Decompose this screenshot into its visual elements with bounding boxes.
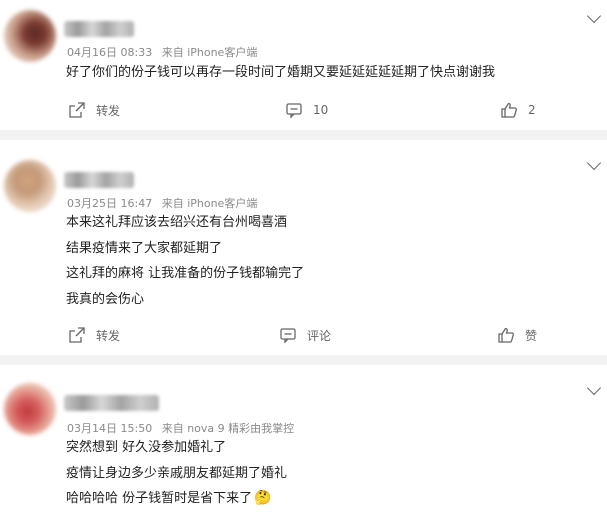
- comment-count: 10: [313, 103, 329, 117]
- post-text: 本来这礼拜应该去绍兴还有台州喝喜酒 结果疫情来了大家都延期了 这礼拜的麻将 让我…: [66, 210, 304, 312]
- post-meta: 04月16日 08:33 来自 iPhone客户端: [67, 44, 257, 60]
- username-blurred[interactable]: [64, 21, 134, 37]
- like-button[interactable]: 赞: [497, 326, 537, 344]
- post-date[interactable]: 03月14日 15:50: [67, 422, 152, 435]
- like-label: 赞: [525, 328, 538, 343]
- username-blurred[interactable]: [64, 172, 134, 188]
- chevron-down-icon[interactable]: [586, 8, 602, 24]
- post-line: 疫情让身边多少亲戚朋友都延期了婚礼: [66, 465, 288, 481]
- post-meta: 03月25日 16:47 来自 iPhone客户端: [67, 195, 257, 211]
- post-text: 好了你们的份子钱可以再存一段时间了婚期又要延延延延延期了快点谢谢我: [66, 60, 495, 86]
- comment-button[interactable]: 评论: [279, 326, 331, 344]
- repost-button[interactable]: 转发: [68, 101, 120, 119]
- post-line: 这礼拜的麻将 让我准备的份子钱都输完了: [66, 266, 305, 281]
- post-source: 来自 nova 9 精彩由我掌控: [161, 422, 295, 435]
- like-icon: [501, 102, 517, 118]
- like-count: 2: [528, 103, 536, 117]
- post-separator: [0, 355, 607, 365]
- post-line: 哈哈哈哈 份子钱暂时是省下来了 🤔: [66, 486, 287, 512]
- post-source: 来自 iPhone客户端: [161, 46, 258, 59]
- post-line-text: 哈哈哈哈 份子钱暂时是省下来了: [66, 491, 253, 506]
- post-line: 本来这礼拜应该去绍兴还有台州喝喜酒: [66, 215, 288, 230]
- comment-icon: [286, 103, 302, 119]
- avatar[interactable]: [4, 10, 56, 62]
- post-line: 突然想到 好久没参加婚礼了: [66, 440, 227, 455]
- avatar[interactable]: [4, 383, 56, 435]
- repost-icon: [69, 102, 85, 118]
- post-separator: [0, 130, 607, 140]
- repost-label: 转发: [96, 328, 121, 343]
- post-line: 我真的会伤心: [66, 291, 145, 307]
- post-source: 来自 iPhone客户端: [161, 197, 258, 210]
- post-line: 结果疫情来了大家都延期了: [66, 240, 223, 256]
- post-3: 03月14日 15:50 来自 nova 9 精彩由我掌控 突然想到 好久没参加…: [0, 365, 607, 510]
- thinking-emoji-icon: 🤔: [254, 490, 272, 506]
- chevron-down-icon[interactable]: [586, 380, 602, 396]
- post-text: 突然想到 好久没参加婚礼了 疫情让身边多少亲戚朋友都延期了婚礼 哈哈哈哈 份子钱…: [66, 435, 287, 512]
- like-icon: [498, 327, 514, 343]
- like-button[interactable]: 2: [500, 101, 536, 119]
- post-date[interactable]: 03月25日 16:47: [67, 197, 152, 210]
- avatar[interactable]: [4, 160, 56, 212]
- post-2: 03月25日 16:47 来自 iPhone客户端 本来这礼拜应该去绍兴还有台州…: [0, 140, 607, 355]
- comment-button[interactable]: 10: [285, 101, 328, 119]
- post-1: 04月16日 08:33 来自 iPhone客户端 好了你们的份子钱可以再存一段…: [0, 0, 607, 130]
- chevron-down-icon[interactable]: [586, 155, 602, 171]
- comment-label: 评论: [307, 328, 332, 343]
- post-date[interactable]: 04月16日 08:33: [67, 46, 152, 59]
- repost-button[interactable]: 转发: [68, 326, 120, 344]
- comment-icon: [280, 328, 296, 344]
- post-line: 好了你们的份子钱可以再存一段时间了婚期又要延延延延延期了快点谢谢我: [66, 65, 496, 80]
- username-blurred[interactable]: [64, 395, 159, 411]
- repost-label: 转发: [96, 103, 121, 118]
- post-meta: 03月14日 15:50 来自 nova 9 精彩由我掌控: [67, 420, 294, 436]
- repost-icon: [69, 327, 85, 343]
